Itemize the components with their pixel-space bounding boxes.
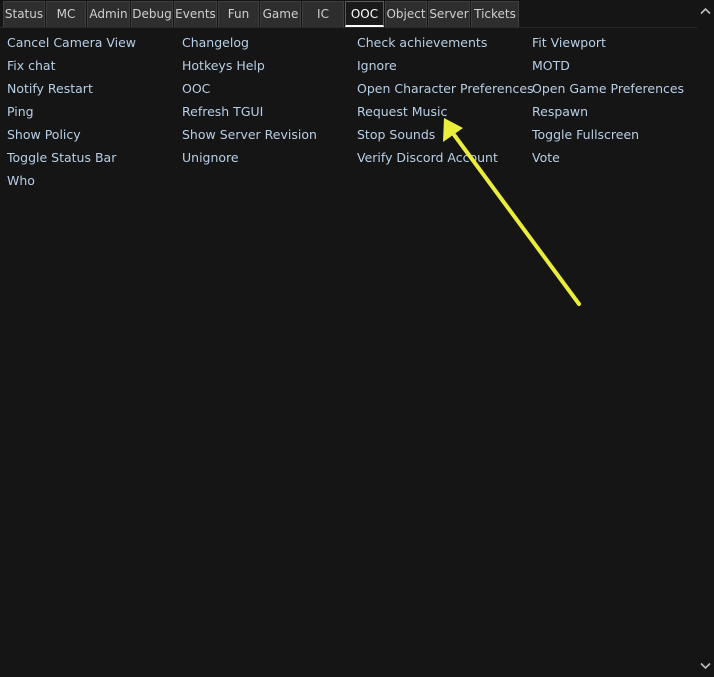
tab-status[interactable]: Status [3,1,45,27]
verb-verify-discord-account[interactable]: Verify Discord Account [357,149,532,172]
vertical-scrollbar[interactable] [697,0,714,677]
stat-panel-window: Status MC Admin Debug Events Fun Game IC… [0,0,714,677]
verb-show-policy[interactable]: Show Policy [7,126,182,149]
verb-check-achievements[interactable]: Check achievements [357,34,532,57]
verb-cancel-camera-view[interactable]: Cancel Camera View [7,34,182,57]
verb-respawn[interactable]: Respawn [532,103,697,126]
verb-open-character-preferences[interactable]: Open Character Preferences [357,80,534,103]
chevron-down-icon[interactable] [700,660,711,671]
verb-ping[interactable]: Ping [7,103,182,126]
tab-game[interactable]: Game [260,1,301,27]
tab-ooc[interactable]: OOC [345,1,384,27]
verb-request-music[interactable]: Request Music [357,103,532,126]
verb-refresh-tgui[interactable]: Refresh TGUI [182,103,357,126]
verb-vote[interactable]: Vote [532,149,697,172]
tab-admin[interactable]: Admin [87,1,130,27]
verb-stop-sounds[interactable]: Stop Sounds [357,126,532,149]
verb-changelog[interactable]: Changelog [182,34,357,57]
verb-show-server-revision[interactable]: Show Server Revision [182,126,357,149]
verb-open-game-preferences[interactable]: Open Game Preferences [532,80,697,103]
tab-object[interactable]: Object [385,1,427,27]
verb-fit-viewport[interactable]: Fit Viewport [532,34,697,57]
tab-bar: Status MC Admin Debug Events Fun Game IC… [3,1,520,27]
tab-tickets[interactable]: Tickets [471,1,519,27]
verb-fix-chat[interactable]: Fix chat [7,57,182,80]
tab-server[interactable]: Server [428,1,470,27]
verb-toggle-status-bar[interactable]: Toggle Status Bar [7,149,182,172]
tab-divider [0,27,697,28]
verb-list: Cancel Camera View Changelog Check achie… [7,34,697,195]
tab-debug[interactable]: Debug [131,1,173,27]
verb-hotkeys-help[interactable]: Hotkeys Help [182,57,357,80]
tab-fun[interactable]: Fun [218,1,259,27]
verb-unignore[interactable]: Unignore [182,149,357,172]
verb-who[interactable]: Who [7,172,182,195]
tab-mc[interactable]: MC [46,1,86,27]
tab-ic[interactable]: IC [302,1,344,27]
verb-motd[interactable]: MOTD [532,57,697,80]
chevron-up-icon[interactable] [700,6,711,17]
tab-events[interactable]: Events [174,1,217,27]
verb-toggle-fullscreen[interactable]: Toggle Fullscreen [532,126,697,149]
verb-notify-restart[interactable]: Notify Restart [7,80,182,103]
verb-ignore[interactable]: Ignore [357,57,532,80]
verb-ooc[interactable]: OOC [182,80,357,103]
